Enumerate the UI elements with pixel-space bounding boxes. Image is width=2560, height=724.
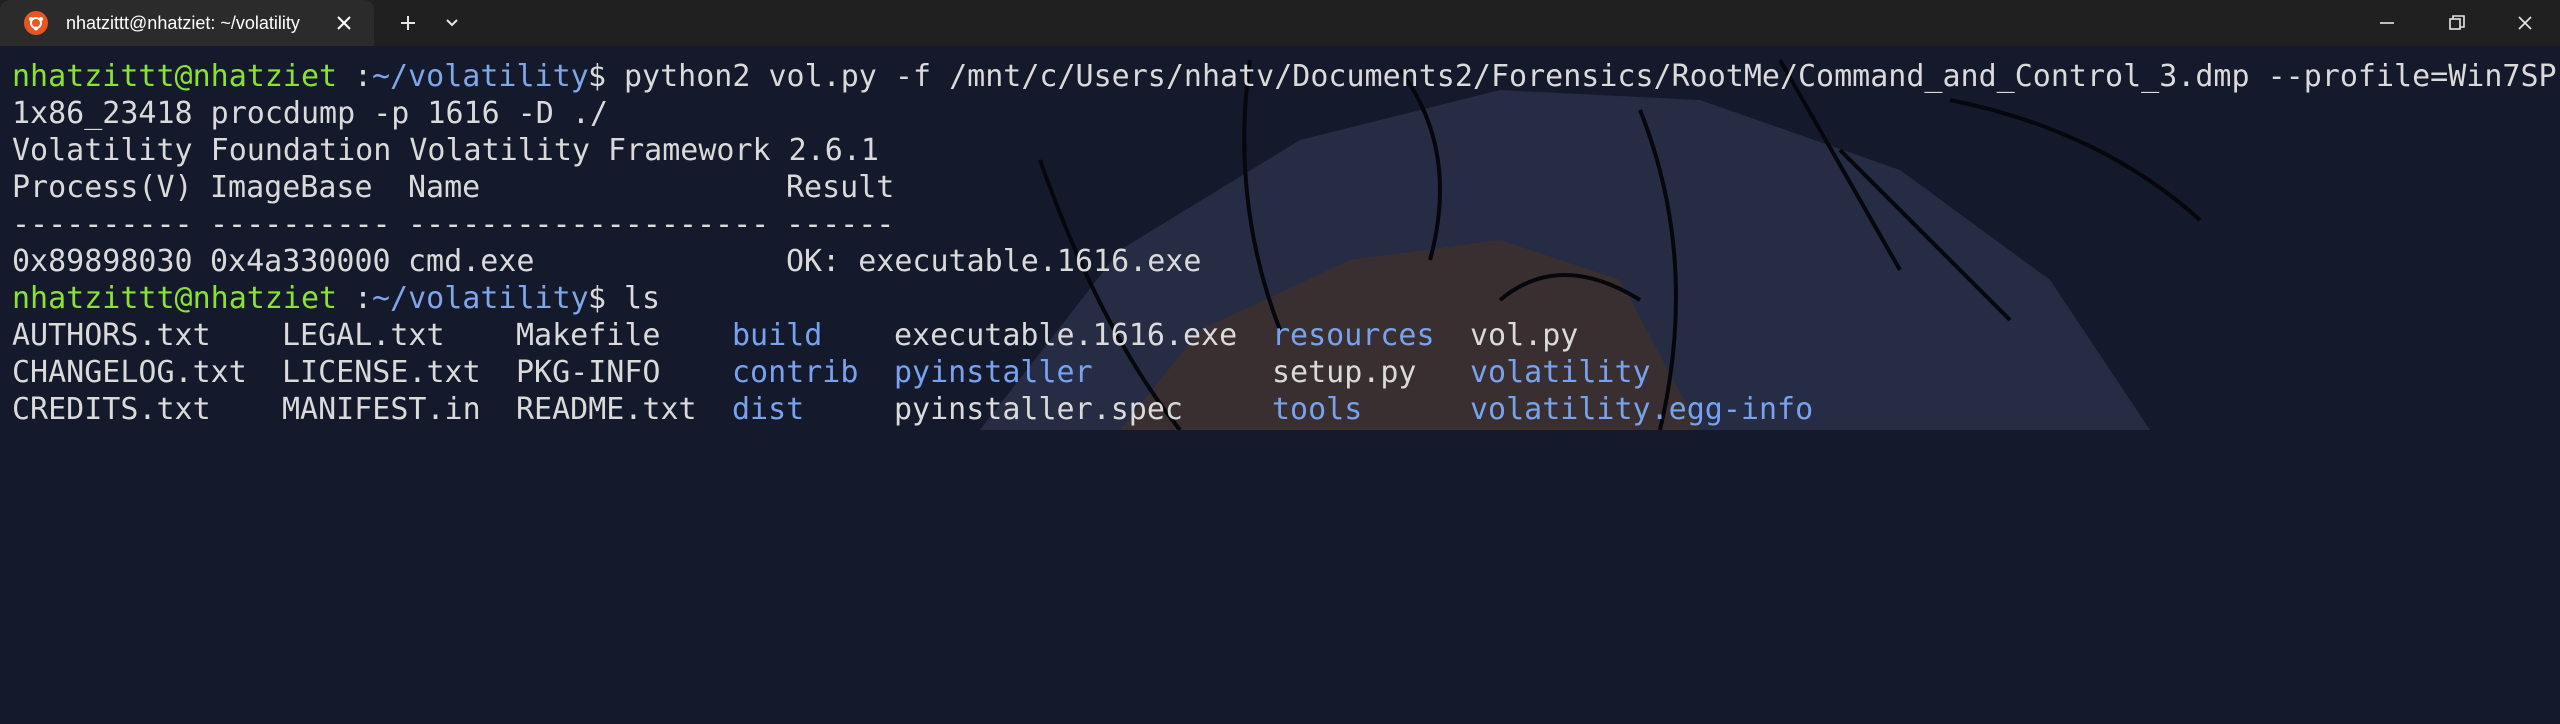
directory-item: build [732,318,823,353]
table-cell: OK: executable.1616.exe [786,244,1202,279]
directory-item: pyinstaller [894,355,1093,390]
minimize-icon [2380,22,2394,24]
file-item: executable.1616.exe [894,318,1238,353]
close-window-button[interactable] [2490,0,2560,46]
close-icon[interactable] [330,9,358,37]
ls-row: CHANGELOG.txt LICENSE.txt PKG-INFO contr… [12,354,1651,391]
volatility-banner: Volatility Foundation Volatility Framewo… [12,133,879,168]
prompt-user: nhatzittt@nhatziet [12,59,338,94]
file-item: PKG-INFO [516,355,661,390]
directory-item: volatility [1470,355,1651,390]
table-separator: ---------- [12,207,193,242]
table-separator: -------------------- [408,207,770,242]
ls-row: CREDITS.txt MANIFEST.in README.txt dist … [12,391,1813,428]
table-cell: cmd.exe [408,244,535,279]
table-header: Result [786,170,895,205]
file-item: vol.py [1470,318,1579,353]
file-item: Makefile [516,318,661,353]
file-item: pyinstaller.spec [894,392,1183,427]
ls-row: AUTHORS.txt LEGAL.txt Makefile build exe… [12,317,1578,354]
command-line: nhatzittt@nhatziet : ~/volatility $ ls [12,280,660,317]
command-text: python2 vol.py -f /mnt/c/Users/nhatv/Doc… [624,59,2557,94]
command-text: ls [624,281,661,316]
chevron-down-icon [446,19,458,27]
title-bar: nhatzittt@nhatziet: ~/volatility [0,0,2560,46]
prompt-dollar: $ [588,281,625,316]
prompt-path: ~/volatility [372,281,589,316]
table-row: 0x89898030 0x4a330000 cmd.exe OK: execut… [12,243,1201,280]
restore-icon [2449,15,2465,30]
directory-item: volatility.egg-info [1470,392,1814,427]
directory-item: contrib [732,355,859,390]
directory-item: tools [1272,392,1363,427]
prompt-separator: : [354,59,373,94]
command-wrap-line: 1x86_23418 procdump -p 1616 -D ./ [12,96,609,131]
table-cell: 0x4a330000 [210,244,391,279]
prompt-dollar: $ [588,59,625,94]
new-tab-button[interactable] [394,9,422,37]
directory-item: resources [1272,318,1435,353]
table-header: Process(V) [12,170,193,205]
prompt-path: ~/volatility [372,59,589,94]
prompt-separator: : [354,281,373,316]
minimize-button[interactable] [2352,0,2422,46]
terminal-output[interactable]: nhatzittt@nhatziet : ~/volatility $ pyth… [12,58,2557,430]
directory-item: dist [732,392,805,427]
file-item: AUTHORS.txt [12,318,211,353]
file-item: LEGAL.txt [282,318,445,353]
table-header-row: Process(V) ImageBase Name Result [12,169,894,206]
file-item: CREDITS.txt [12,392,211,427]
table-header: Name [408,170,481,205]
file-item: setup.py [1272,355,1417,390]
terminal-tab[interactable]: nhatzittt@nhatziet: ~/volatility [0,0,374,46]
ubuntu-icon [24,11,48,35]
maximize-button[interactable] [2422,0,2492,46]
tab-dropdown-button[interactable] [438,9,466,37]
tab-title: nhatzittt@nhatziet: ~/volatility [66,13,300,33]
file-item: README.txt [516,392,697,427]
table-separator: ---------- [210,207,391,242]
file-item: LICENSE.txt [282,355,481,390]
plus-icon [401,16,415,30]
table-separator: ------ [786,207,895,242]
table-header: ImageBase [210,170,373,205]
file-item: CHANGELOG.txt [12,355,247,390]
table-separator-row: ---------- ---------- ------------------… [12,206,894,243]
prompt-user: nhatzittt@nhatziet [12,281,338,316]
table-cell: 0x89898030 [12,244,193,279]
command-line: nhatzittt@nhatziet : ~/volatility $ pyth… [12,58,2557,95]
file-item: MANIFEST.in [282,392,481,427]
close-icon [2518,16,2532,30]
